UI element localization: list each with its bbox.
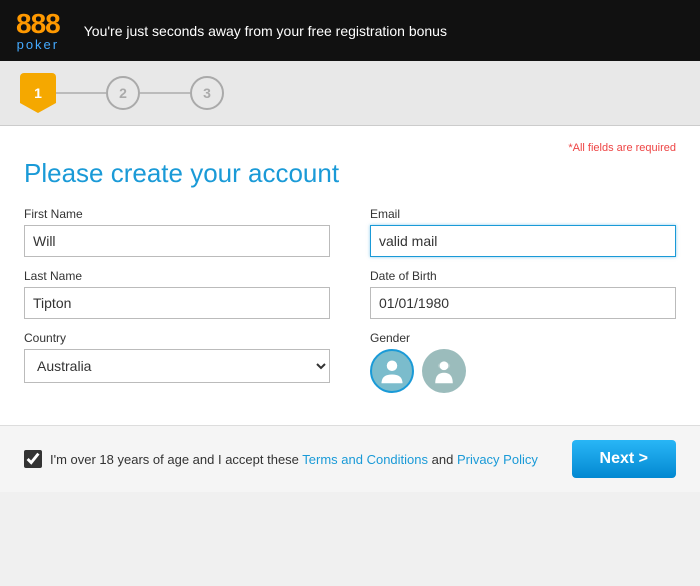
- gender-male-button[interactable]: [370, 349, 414, 393]
- step-3: 3: [190, 76, 224, 110]
- steps-bar: 1 2 3: [0, 61, 700, 126]
- left-column: First Name Last Name Country Australia U…: [24, 207, 330, 405]
- terms-and-conditions-link[interactable]: Terms and Conditions: [302, 452, 428, 467]
- step-2: 2: [106, 76, 140, 110]
- first-name-label: First Name: [24, 207, 330, 221]
- logo: 888 poker: [16, 10, 60, 51]
- privacy-policy-link[interactable]: Privacy Policy: [457, 452, 538, 467]
- page-title: Please create your account: [24, 158, 676, 189]
- female-icon: [430, 357, 458, 385]
- header-tagline: You're just seconds away from your free …: [84, 23, 447, 39]
- country-group: Country Australia United States United K…: [24, 331, 330, 383]
- gender-female-button[interactable]: [422, 349, 466, 393]
- last-name-input[interactable]: [24, 287, 330, 319]
- dob-label: Date of Birth: [370, 269, 676, 283]
- email-label: Email: [370, 207, 676, 221]
- first-name-input[interactable]: [24, 225, 330, 257]
- gender-label: Gender: [370, 331, 676, 345]
- dob-group: Date of Birth: [370, 269, 676, 319]
- last-name-group: Last Name: [24, 269, 330, 319]
- logo-bottom: poker: [17, 38, 60, 51]
- terms-row: I'm over 18 years of age and I accept th…: [24, 450, 538, 468]
- gender-container: [370, 349, 676, 393]
- form-grid: First Name Last Name Country Australia U…: [24, 207, 676, 405]
- last-name-label: Last Name: [24, 269, 330, 283]
- email-input[interactable]: [370, 225, 676, 257]
- terms-checkbox[interactable]: [24, 450, 42, 468]
- next-button[interactable]: Next >: [572, 440, 676, 478]
- required-note: *All fields are required: [24, 142, 676, 154]
- step-1: 1: [20, 73, 56, 113]
- main-content: *All fields are required Please create y…: [0, 126, 700, 425]
- logo-top: 888: [16, 10, 60, 38]
- country-label: Country: [24, 331, 330, 345]
- first-name-group: First Name: [24, 207, 330, 257]
- dob-input[interactable]: [370, 287, 676, 319]
- right-column: Email Date of Birth Gender: [370, 207, 676, 405]
- step-line-2: [140, 92, 190, 94]
- terms-text: I'm over 18 years of age and I accept th…: [50, 452, 538, 467]
- header: 888 poker You're just seconds away from …: [0, 0, 700, 61]
- country-select[interactable]: Australia United States United Kingdom C…: [24, 349, 330, 383]
- bottom-bar: I'm over 18 years of age and I accept th…: [0, 425, 700, 492]
- email-group: Email: [370, 207, 676, 257]
- male-icon: [378, 357, 406, 385]
- gender-group: Gender: [370, 331, 676, 393]
- step-line-1: [56, 92, 106, 94]
